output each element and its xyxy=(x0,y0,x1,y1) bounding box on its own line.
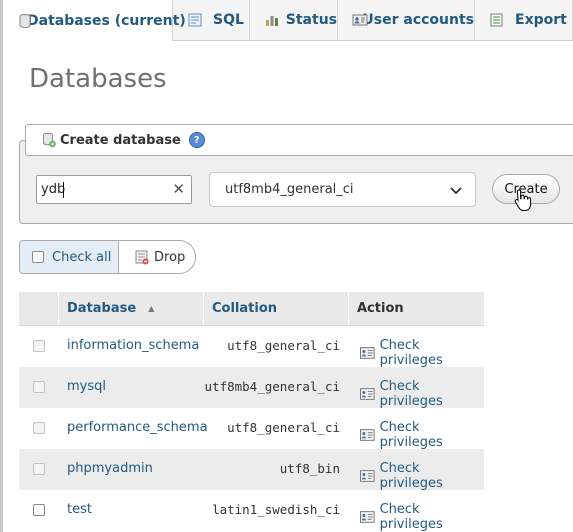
table-row: test latin1_swedish_ci Check privileges xyxy=(19,490,484,532)
privileges-icon xyxy=(360,511,375,523)
check-privileges-link[interactable]: Check privileges xyxy=(360,379,484,409)
collation-value: utf8_general_ci xyxy=(227,338,340,353)
check-privileges-label: Check privileges xyxy=(379,502,443,532)
action-header-label: Action xyxy=(357,301,404,316)
tab-databases[interactable]: Databases (current) xyxy=(3,0,186,41)
check-privileges-link[interactable]: Check privileges xyxy=(360,502,484,532)
create-database-legend: Create database ? xyxy=(25,124,573,156)
collation-selected-value: utf8mb4_general_ci xyxy=(225,182,354,197)
table-row: performance_schema utf8_general_ci Check… xyxy=(19,408,484,450)
drop-label: Drop xyxy=(154,249,186,265)
action-column-header: Action xyxy=(349,292,484,325)
database-name-input[interactable]: ydb ✕ xyxy=(36,175,192,204)
privileges-icon xyxy=(360,429,375,441)
status-chart-icon xyxy=(264,12,278,28)
chevron-down-icon xyxy=(450,187,462,195)
check-privileges-label: Check privileges xyxy=(379,461,443,491)
row-checkbox[interactable] xyxy=(33,381,45,393)
tab-label: Status xyxy=(285,12,337,28)
tab-label: Databases (current) xyxy=(27,12,186,29)
tab-label: Export xyxy=(515,12,567,28)
drop-database-icon xyxy=(135,250,149,264)
databases-table-header: Database ▲ Collation Action xyxy=(19,292,484,326)
row-checkbox[interactable] xyxy=(33,463,45,475)
help-icon[interactable]: ? xyxy=(188,132,205,148)
page-title: Databases xyxy=(29,64,167,94)
tab-user-accounts[interactable]: User accounts xyxy=(338,0,475,40)
drop-button[interactable]: Drop xyxy=(118,240,196,274)
database-name-link[interactable]: information_schema xyxy=(67,338,199,353)
database-name-link[interactable]: test xyxy=(67,502,92,517)
collation-column-header[interactable]: Collation xyxy=(204,292,349,325)
select-column-header xyxy=(19,292,59,325)
check-privileges-label: Check privileges xyxy=(379,420,443,450)
collation-value: latin1_swedish_ci xyxy=(212,502,340,517)
check-privileges-link[interactable]: Check privileges xyxy=(360,461,484,491)
hand-cursor-icon xyxy=(514,189,532,211)
privileges-icon xyxy=(360,388,375,400)
check-all-checkbox[interactable] xyxy=(32,251,44,263)
database-column-header[interactable]: Database ▲ xyxy=(59,292,204,325)
table-row: information_schema utf8_general_ci Check… xyxy=(19,326,484,368)
new-database-icon xyxy=(43,132,56,148)
database-name-value: ydb xyxy=(41,182,66,197)
database-name-link[interactable]: mysql xyxy=(67,379,106,394)
tab-label: SQL xyxy=(213,12,244,28)
collation-value: utf8mb4_general_ci xyxy=(204,379,340,394)
table-row: mysql utf8mb4_general_ci Check privilege… xyxy=(19,367,484,409)
privileges-icon xyxy=(360,470,375,482)
sort-ascending-icon: ▲ xyxy=(148,304,155,313)
top-tab-bar: Databases (current) SQL Status User acco… xyxy=(3,0,573,41)
database-name-link[interactable]: performance_schema xyxy=(67,420,208,435)
row-checkbox[interactable] xyxy=(33,422,45,434)
check-privileges-label: Check privileges xyxy=(379,379,443,409)
collation-header-label: Collation xyxy=(212,301,278,316)
row-checkbox[interactable] xyxy=(33,504,45,516)
bulk-actions-group: Check all Drop xyxy=(19,240,196,274)
sql-icon xyxy=(187,12,203,28)
check-all-toggle[interactable]: Check all xyxy=(20,241,118,273)
clear-input-icon[interactable]: ✕ xyxy=(172,180,185,198)
tab-label: User accounts xyxy=(362,12,474,28)
privileges-icon xyxy=(360,347,375,359)
check-privileges-link[interactable]: Check privileges xyxy=(360,338,484,368)
tab-status[interactable]: Status xyxy=(250,0,338,40)
table-row: phpmyadmin utf8_bin Check privileges xyxy=(19,449,484,491)
collation-select[interactable]: utf8mb4_general_ci xyxy=(209,172,476,207)
check-privileges-label: Check privileges xyxy=(379,338,443,368)
check-privileges-link[interactable]: Check privileges xyxy=(360,420,484,450)
database-name-link[interactable]: phpmyadmin xyxy=(67,461,153,476)
database-header-label: Database xyxy=(67,301,137,316)
text-caret xyxy=(63,182,64,198)
collation-value: utf8_general_ci xyxy=(227,420,340,435)
tab-sql[interactable]: SQL xyxy=(173,0,250,40)
create-database-label: Create database xyxy=(60,132,181,148)
export-icon xyxy=(489,12,505,28)
left-edge-strip xyxy=(0,0,3,532)
tab-export[interactable]: Export xyxy=(475,0,573,40)
collation-value: utf8_bin xyxy=(279,461,340,476)
row-checkbox[interactable] xyxy=(33,340,45,352)
check-all-label: Check all xyxy=(52,249,112,265)
